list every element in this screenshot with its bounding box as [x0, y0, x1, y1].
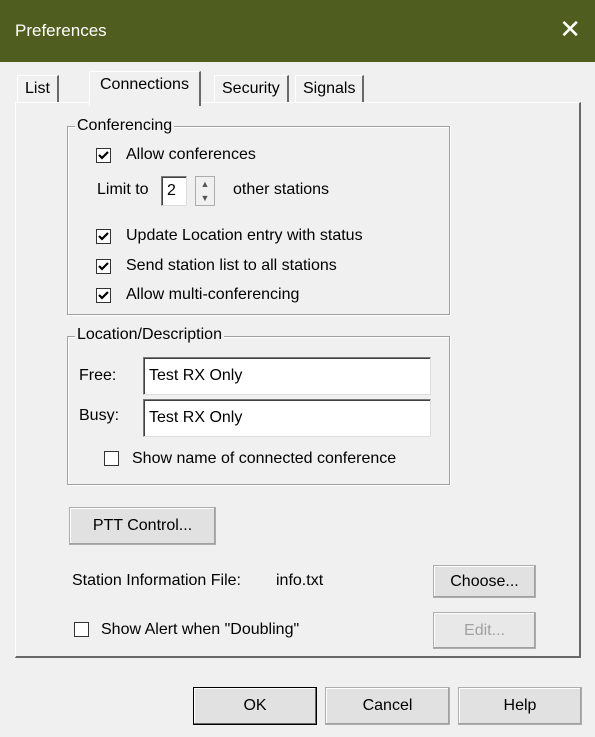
limit-spinner[interactable]: ▲ ▼	[195, 176, 215, 206]
show-name-checkbox[interactable]	[104, 451, 119, 466]
show-alert-label: Show Alert when "Doubling"	[101, 621, 300, 638]
tab-security[interactable]: Security	[214, 75, 289, 104]
tab-list[interactable]: List	[17, 75, 59, 104]
spin-up-icon[interactable]: ▲	[196, 177, 214, 191]
cancel-button[interactable]: Cancel	[325, 687, 450, 725]
tab-connections-label: Connections	[100, 76, 189, 93]
title-bar: Preferences ✕	[0, 0, 595, 62]
free-description-field[interactable]: Test RX Only	[143, 357, 431, 395]
help-button[interactable]: Help	[458, 687, 582, 725]
location-legend: Location/Description	[75, 326, 224, 344]
allow-conferences-checkbox[interactable]	[96, 148, 111, 163]
checkmark-icon	[98, 151, 109, 160]
station-info-label: Station Information File:	[72, 572, 241, 589]
limit-value-field[interactable]: 2	[161, 176, 187, 206]
checkmark-icon	[98, 291, 109, 300]
choose-button[interactable]: Choose...	[433, 565, 536, 598]
allow-multi-label: Allow multi-conferencing	[126, 286, 300, 303]
update-location-label: Update Location entry with status	[126, 227, 363, 244]
tab-signals[interactable]: Signals	[295, 75, 365, 104]
allow-multi-checkbox[interactable]	[96, 288, 111, 303]
window-title: Preferences	[15, 21, 107, 40]
show-name-label: Show name of connected conference	[132, 450, 397, 467]
ok-button[interactable]: OK	[193, 687, 317, 725]
send-station-list-checkbox[interactable]	[96, 259, 111, 274]
tab-security-label: Security	[222, 80, 280, 97]
free-label: Free:	[79, 367, 117, 384]
update-location-checkbox[interactable]	[96, 229, 111, 244]
other-stations-label: other stations	[233, 181, 330, 198]
checkmark-icon	[98, 262, 109, 271]
close-icon[interactable]: ✕	[559, 14, 581, 44]
show-alert-checkbox[interactable]	[74, 622, 89, 637]
spin-down-icon[interactable]: ▼	[196, 191, 214, 205]
ptt-control-button[interactable]: PTT Control...	[69, 507, 216, 545]
tab-connections[interactable]: Connections	[89, 71, 201, 106]
edit-button[interactable]: Edit...	[433, 612, 536, 649]
tab-list-label: List	[25, 80, 50, 97]
busy-label: Busy:	[79, 407, 120, 424]
allow-conferences-label: Allow conferences	[126, 146, 256, 163]
busy-description-field[interactable]: Test RX Only	[143, 399, 431, 437]
checkmark-icon	[98, 232, 109, 241]
station-info-filename: info.txt	[276, 572, 324, 589]
tab-signals-label: Signals	[303, 80, 356, 97]
conferencing-legend: Conferencing	[75, 117, 175, 135]
limit-to-label: Limit to	[97, 181, 149, 198]
send-station-list-label: Send station list to all stations	[126, 257, 337, 274]
